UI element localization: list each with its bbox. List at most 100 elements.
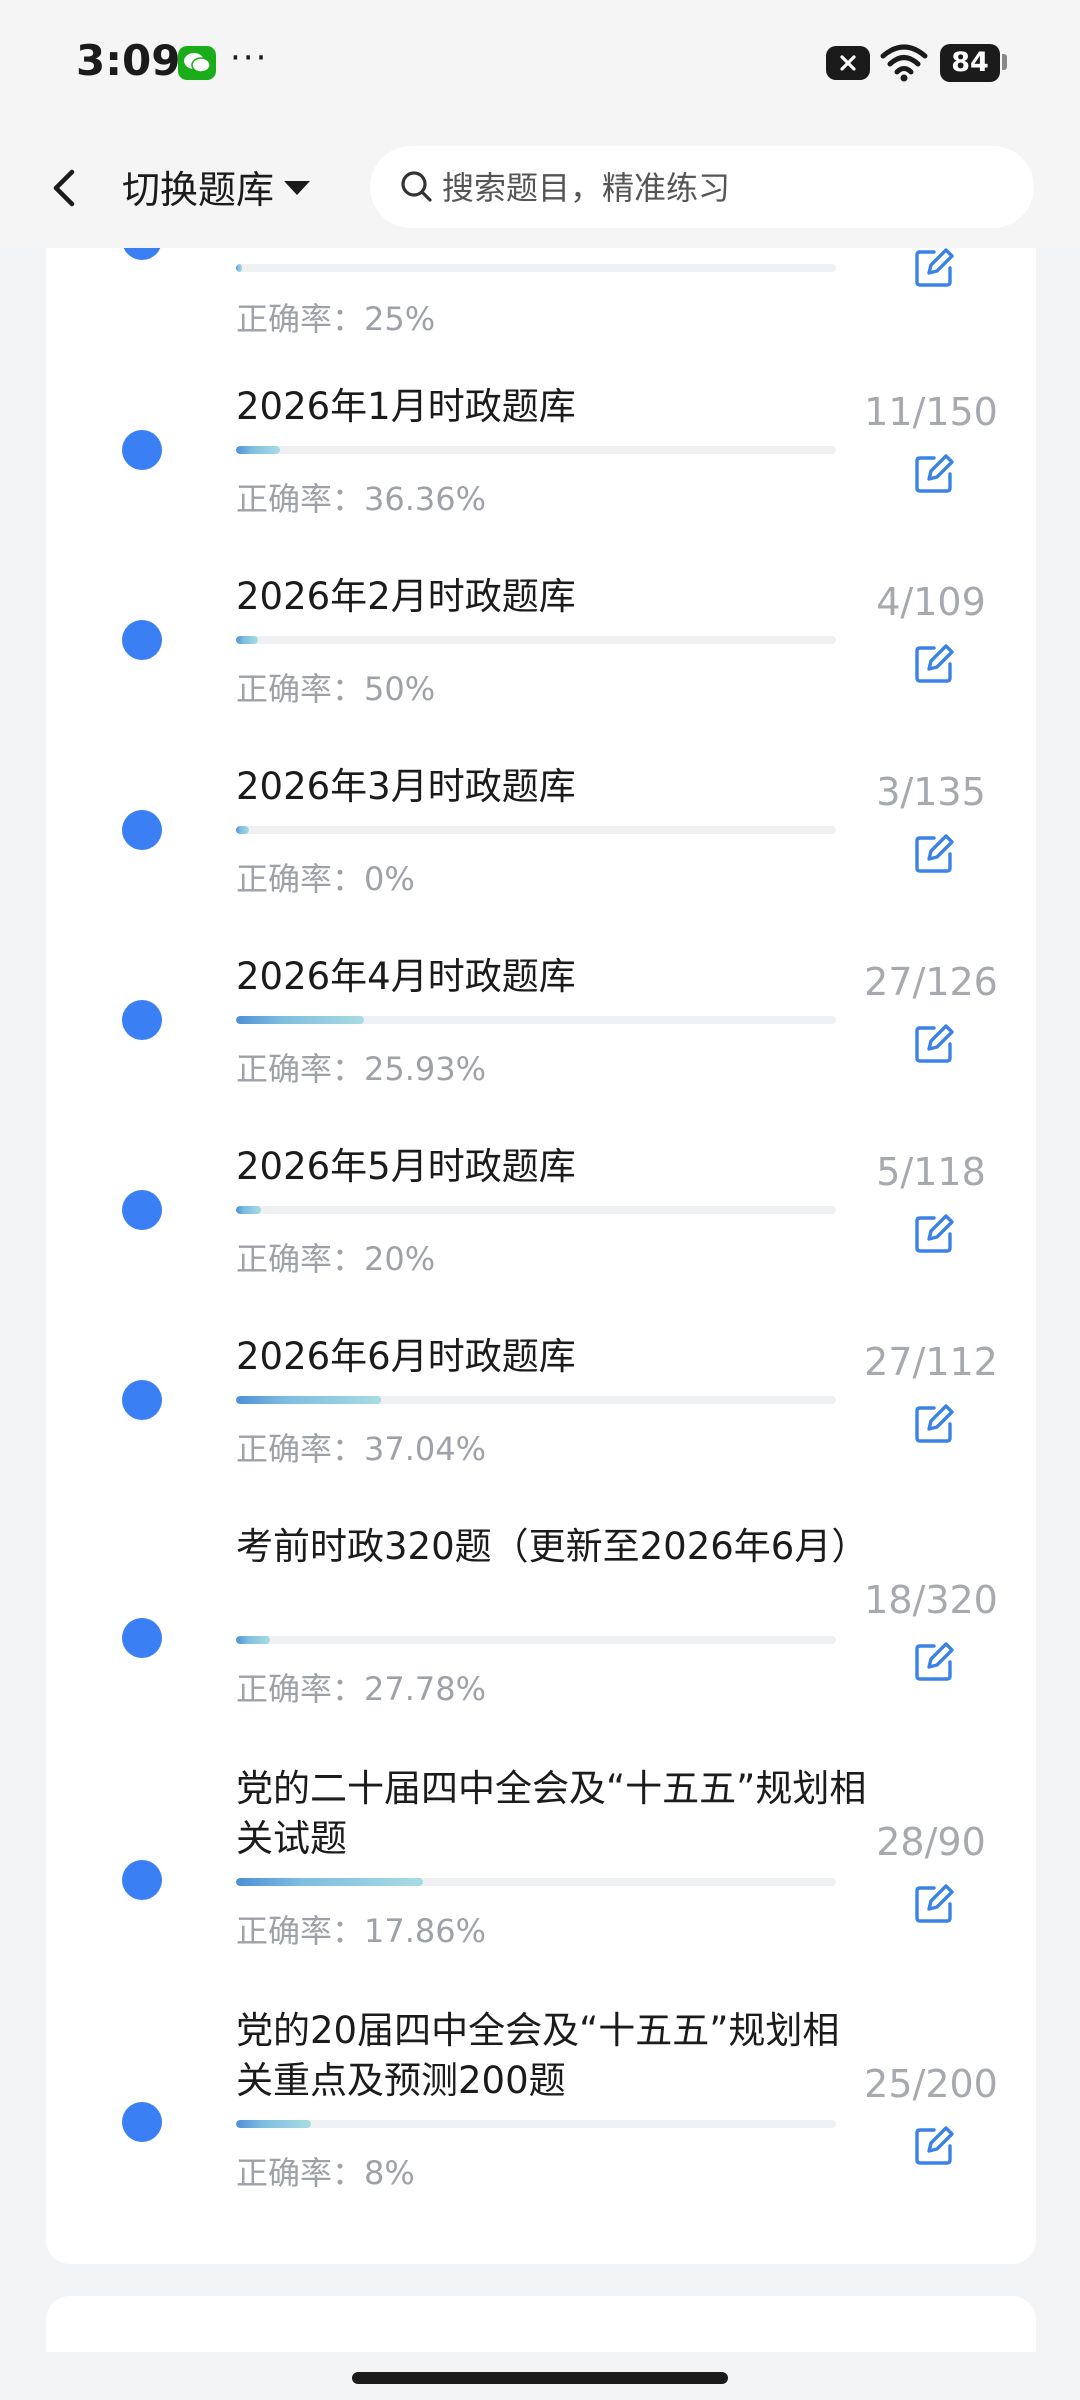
edit-button[interactable] [912, 248, 956, 290]
status-dot [122, 1860, 162, 1900]
edit-icon [915, 454, 954, 493]
accuracy-text: 正确率：50% [236, 670, 436, 708]
progress-count: 28/90 [876, 1820, 986, 1864]
list-item[interactable]: 2026年1月时政题库 正确率：36.36% 11/150 [46, 340, 1036, 530]
search-icon [401, 171, 432, 202]
bank-title: 2026年6月时政题库 [236, 1335, 576, 1378]
next-section-card[interactable] [46, 2296, 1036, 2352]
status-dot [122, 1000, 162, 1040]
progress-fill [236, 2120, 311, 2128]
progress-bar [236, 636, 836, 644]
edit-button[interactable] [912, 1882, 956, 1926]
progress-fill [236, 1636, 270, 1644]
accuracy-text: 正确率：25% [236, 300, 436, 338]
edit-icon [915, 1404, 954, 1443]
more-notifications-icon: ··· [230, 38, 269, 78]
progress-bar [236, 1636, 836, 1644]
edit-icon [915, 1214, 954, 1253]
app-screen: 3:09 ··· 84 切换题库 搜索题目，精准练习 正确率：25% 2026年… [0, 0, 1080, 2400]
progress-bar [236, 1878, 836, 1886]
progress-bar [236, 2120, 836, 2128]
progress-bar [236, 1206, 836, 1214]
accuracy-text: 正确率：37.04% [236, 1430, 487, 1468]
status-dot [122, 248, 162, 260]
bank-title: 党的20届四中全会及“十五五”规划相关重点及预测200题 [236, 2009, 840, 2102]
progress-fill [236, 1016, 365, 1024]
status-time: 3:09 [76, 36, 181, 85]
progress-fill [236, 1396, 381, 1404]
list-item[interactable]: 2026年6月时政题库 正确率：37.04% 27/112 [46, 1290, 1036, 1480]
edit-button[interactable] [912, 2124, 956, 2168]
progress-fill [236, 1878, 423, 1886]
edit-icon [915, 2126, 954, 2165]
progress-fill [236, 826, 250, 834]
accuracy-text: 正确率：36.36% [236, 480, 487, 518]
progress-bar [236, 1396, 836, 1404]
search-box[interactable] [370, 146, 1034, 230]
accuracy-text: 正确率：25.93% [236, 1050, 487, 1088]
list-item[interactable]: 党的二十届四中全会及“十五五”规划相关试题 正确率：17.86% 28/90 [46, 1722, 1036, 1964]
progress-count: 5/118 [876, 1150, 986, 1194]
home-indicator[interactable] [352, 2372, 728, 2384]
list-item[interactable]: 2026年5月时政题库 正确率：20% 5/118 [46, 1100, 1036, 1290]
bank-title: 2026年5月时政题库 [236, 1145, 576, 1188]
bank-title: 党的二十届四中全会及“十五五”规划相关试题 [236, 1767, 867, 1860]
progress-count: 11/150 [864, 390, 998, 434]
list-item[interactable]: 考前时政320题（更新至2026年6月） 正确率：27.78% 18/320 [46, 1480, 1036, 1722]
edit-icon [915, 1024, 954, 1063]
bank-list-card: 正确率：25% 2026年1月时政题库 正确率：36.36% 11/150 20… [46, 248, 1036, 2264]
bank-title: 2026年3月时政题库 [236, 765, 576, 808]
progress-fill [236, 446, 280, 454]
progress-count: 27/126 [864, 960, 998, 1004]
search-input[interactable] [440, 146, 1004, 230]
battery-tip [1002, 54, 1007, 70]
list-item[interactable]: 2026年4月时政题库 正确率：25.93% 27/126 [46, 910, 1036, 1100]
edit-button[interactable] [912, 1212, 956, 1256]
status-dot [122, 810, 162, 850]
progress-count: 3/135 [876, 770, 986, 814]
edit-icon [915, 1884, 954, 1923]
no-sim-icon [826, 46, 870, 80]
edit-button[interactable] [912, 1402, 956, 1446]
status-dot [122, 430, 162, 470]
question-bank-list[interactable]: 正确率：25% 2026年1月时政题库 正确率：36.36% 11/150 20… [0, 248, 1080, 2352]
edit-button[interactable] [912, 1640, 956, 1684]
edit-icon [915, 644, 954, 683]
list-item[interactable]: 党的20届四中全会及“十五五”规划相关重点及预测200题 正确率：8% 25/2… [46, 1964, 1036, 2206]
progress-count: 4/109 [876, 580, 986, 624]
list-item[interactable]: 2026年3月时政题库 正确率：0% 3/135 [46, 720, 1036, 910]
progress-bar [236, 264, 836, 272]
bank-title: 2026年4月时政题库 [236, 955, 576, 998]
progress-fill [236, 636, 259, 644]
progress-count: 27/112 [864, 1340, 998, 1384]
status-dot [122, 620, 162, 660]
progress-fill [236, 1206, 262, 1214]
wifi-icon [880, 42, 928, 86]
switch-bank-dropdown[interactable]: 切换题库 [122, 158, 311, 214]
caret-down-icon [284, 181, 311, 195]
progress-bar [236, 826, 836, 834]
battery-icon: 84 [940, 44, 1000, 82]
bank-title: 2026年2月时政题库 [236, 575, 576, 618]
progress-count: 25/200 [864, 2062, 998, 2106]
progress-bar [236, 446, 836, 454]
status-dot [122, 1618, 162, 1658]
back-button[interactable] [40, 160, 90, 216]
edit-button[interactable] [912, 832, 956, 876]
edit-button[interactable] [912, 1022, 956, 1066]
progress-fill [236, 264, 242, 272]
accuracy-text: 正确率：0% [236, 860, 415, 898]
list-item[interactable]: 2026年2月时政题库 正确率：50% 4/109 [46, 530, 1036, 720]
edit-button[interactable] [912, 642, 956, 686]
accuracy-text: 正确率：27.78% [236, 1670, 487, 1708]
status-bar: 3:09 ··· 84 [0, 0, 1080, 124]
switch-bank-label: 切换题库 [122, 167, 275, 212]
chevron-left-icon [53, 169, 75, 207]
edit-button[interactable] [912, 452, 956, 496]
edit-icon [915, 1642, 954, 1681]
wechat-icon [178, 46, 216, 80]
accuracy-text: 正确率：17.86% [236, 1912, 487, 1950]
bank-title: 2026年1月时政题库 [236, 385, 576, 428]
bank-title: 考前时政320题（更新至2026年6月） [236, 1525, 869, 1568]
accuracy-text: 正确率：20% [236, 1240, 436, 1278]
